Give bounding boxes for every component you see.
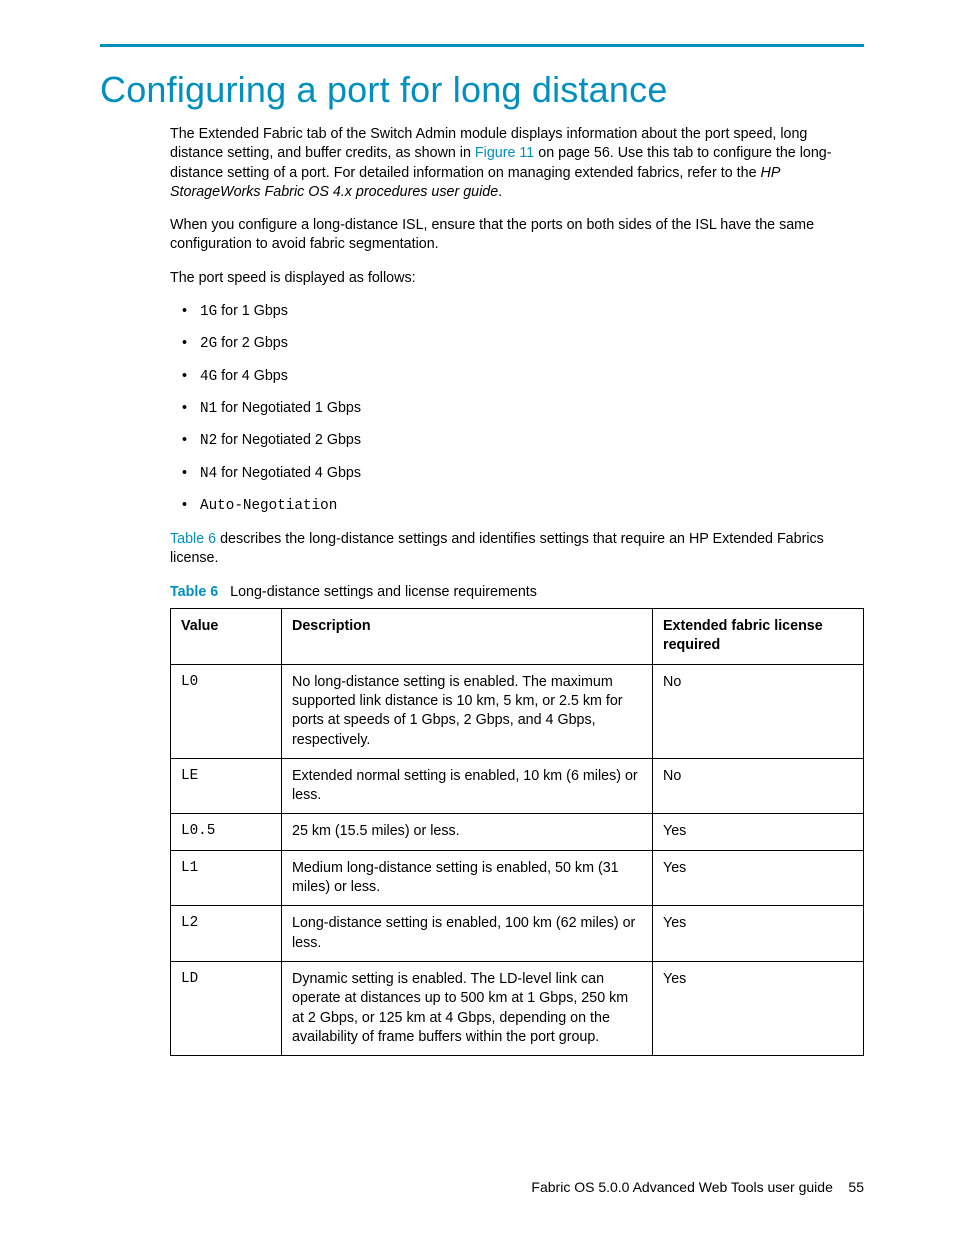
- speed-label: for Negotiated 2 Gbps: [217, 432, 361, 448]
- cell-license: No: [653, 664, 864, 758]
- cell-license: No: [653, 758, 864, 814]
- caption-text: Long-distance settings and license requi…: [230, 584, 537, 600]
- cell-value: L0.5: [171, 814, 282, 850]
- speed-code: 2G: [200, 336, 217, 352]
- cell-license: Yes: [653, 906, 864, 962]
- cell-value: LD: [171, 961, 282, 1055]
- list-item: N2 for Negotiated 2 Gbps: [170, 431, 864, 451]
- table-link[interactable]: Table 6: [170, 531, 216, 547]
- list-item: N1 for Negotiated 1 Gbps: [170, 399, 864, 419]
- intro-para-3: The port speed is displayed as follows:: [170, 269, 864, 288]
- list-item: 2G for 2 Gbps: [170, 334, 864, 354]
- list-item: Auto-Negotiation: [170, 496, 864, 516]
- table-intro-para: Table 6 describes the long-distance sett…: [170, 530, 864, 569]
- page-title: Configuring a port for long distance: [100, 69, 864, 111]
- speed-code: 4G: [200, 369, 217, 385]
- speed-label: for 1 Gbps: [217, 303, 288, 319]
- cell-value: L0: [171, 664, 282, 758]
- footer-page-number: 55: [848, 1179, 864, 1195]
- cell-license: Yes: [653, 961, 864, 1055]
- text: describes the long-distance settings and…: [170, 531, 824, 566]
- speed-code: N4: [200, 466, 217, 482]
- speed-code: N2: [200, 433, 217, 449]
- col-header-license: Extended fabric license required: [653, 609, 864, 665]
- text: .: [498, 184, 502, 200]
- speed-label: for 2 Gbps: [217, 335, 288, 351]
- intro-para-2: When you configure a long-distance ISL, …: [170, 216, 864, 255]
- list-item: N4 for Negotiated 4 Gbps: [170, 464, 864, 484]
- cell-description: 25 km (15.5 miles) or less.: [282, 814, 653, 850]
- long-distance-settings-table: Value Description Extended fabric licens…: [170, 608, 864, 1056]
- speed-label: for Negotiated 1 Gbps: [217, 400, 361, 416]
- speed-label: for 4 Gbps: [217, 368, 288, 384]
- footer-doc-title: Fabric OS 5.0.0 Advanced Web Tools user …: [531, 1179, 832, 1195]
- col-header-value: Value: [171, 609, 282, 665]
- cell-description: Medium long-distance setting is enabled,…: [282, 850, 653, 906]
- speed-code: 1G: [200, 304, 217, 320]
- table-header-row: Value Description Extended fabric licens…: [171, 609, 864, 665]
- table-row: LD Dynamic setting is enabled. The LD-le…: [171, 961, 864, 1055]
- col-header-description: Description: [282, 609, 653, 665]
- cell-value: L2: [171, 906, 282, 962]
- table-caption: Table 6 Long-distance settings and licen…: [170, 583, 864, 602]
- caption-label: Table 6: [170, 584, 218, 600]
- intro-para-1: The Extended Fabric tab of the Switch Ad…: [170, 125, 864, 202]
- cell-value: L1: [171, 850, 282, 906]
- table-row: L2 Long-distance setting is enabled, 100…: [171, 906, 864, 962]
- speed-code: Auto-Negotiation: [200, 498, 337, 514]
- cell-description: Extended normal setting is enabled, 10 k…: [282, 758, 653, 814]
- page-footer: Fabric OS 5.0.0 Advanced Web Tools user …: [531, 1179, 864, 1195]
- cell-license: Yes: [653, 850, 864, 906]
- table-row: LE Extended normal setting is enabled, 1…: [171, 758, 864, 814]
- cell-description: Dynamic setting is enabled. The LD-level…: [282, 961, 653, 1055]
- cell-value: LE: [171, 758, 282, 814]
- port-speed-list: 1G for 1 Gbps 2G for 2 Gbps 4G for 4 Gbp…: [170, 302, 864, 516]
- figure-link[interactable]: Figure 11: [475, 145, 534, 161]
- cell-description: No long-distance setting is enabled. The…: [282, 664, 653, 758]
- cell-license: Yes: [653, 814, 864, 850]
- list-item: 1G for 1 Gbps: [170, 302, 864, 322]
- table-row: L0 No long-distance setting is enabled. …: [171, 664, 864, 758]
- table-row: L1 Medium long-distance setting is enabl…: [171, 850, 864, 906]
- cell-description: Long-distance setting is enabled, 100 km…: [282, 906, 653, 962]
- table-row: L0.5 25 km (15.5 miles) or less. Yes: [171, 814, 864, 850]
- header-rule: [100, 44, 864, 47]
- speed-code: N1: [200, 401, 217, 417]
- list-item: 4G for 4 Gbps: [170, 367, 864, 387]
- speed-label: for Negotiated 4 Gbps: [217, 465, 361, 481]
